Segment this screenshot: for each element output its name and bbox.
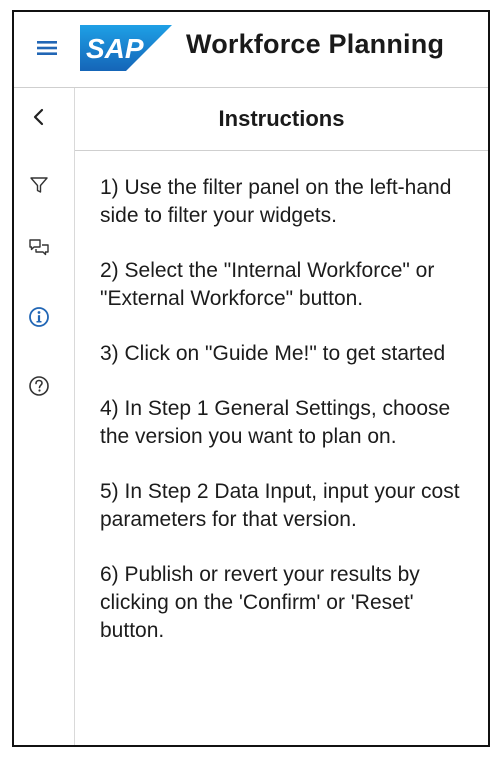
filter-button[interactable] [26,174,52,200]
panel-header: Instructions [75,88,488,151]
instruction-step-3: 3) Click on "Guide Me!" to get started [100,342,446,365]
hamburger-menu-icon[interactable] [36,37,58,59]
filter-icon [29,175,49,200]
help-icon [28,375,50,402]
comments-icon [28,237,50,264]
back-button[interactable] [26,106,52,132]
instruction-step-2: 2) Select the "Internal Workforce" or "E… [100,259,435,310]
chevron-left-icon [29,107,49,132]
info-button[interactable] [26,306,52,332]
help-button[interactable] [26,375,52,401]
instruction-step-5: 5) In Step 2 Data Input, input your cost… [100,480,460,531]
sap-logo: SAP [80,25,172,71]
comments-button[interactable] [26,237,52,263]
instruction-step-4: 4) In Step 1 General Settings, choose th… [100,397,451,448]
panel-title: Instructions [218,106,345,131]
info-icon [28,306,50,333]
app-frame: SAP Workforce Planning Instructions 1) U… [12,10,490,747]
shell-header: SAP Workforce Planning [14,12,488,88]
side-navigation [14,88,75,745]
instruction-step-6: 6) Publish or revert your results by cli… [100,563,420,642]
logo-text: SAP [86,33,144,64]
app-title: Workforce Planning [186,29,445,59]
instruction-step-1: 1) Use the filter panel on the left-hand… [100,176,452,227]
instructions-content: 1) Use the filter panel on the left-hand… [100,174,474,672]
